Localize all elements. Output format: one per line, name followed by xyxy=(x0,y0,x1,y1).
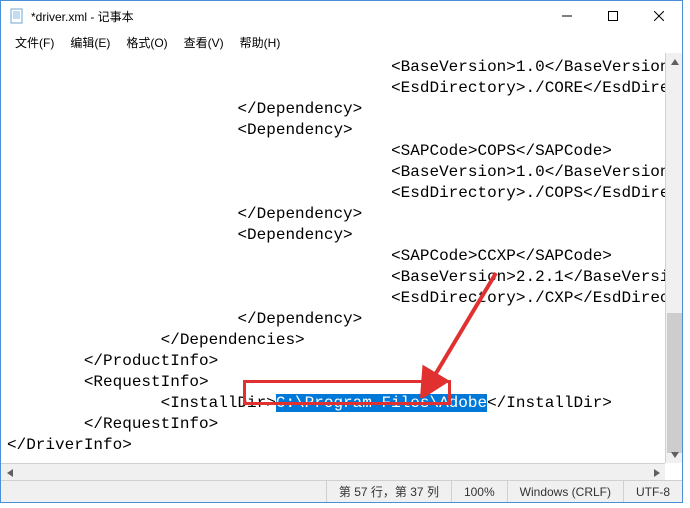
status-line-ending: Windows (CRLF) xyxy=(507,481,623,502)
notepad-window: *driver.xml - 记事本 文件(F) 编辑(E) 格式(O) 查看(V… xyxy=(0,0,683,503)
minimize-button[interactable] xyxy=(544,1,590,31)
status-position: 第 57 行，第 37 列 xyxy=(326,481,451,502)
minimize-icon xyxy=(562,11,572,21)
chevron-up-icon xyxy=(671,59,679,65)
status-encoding: UTF-8 xyxy=(623,481,682,502)
maximize-button[interactable] xyxy=(590,1,636,31)
menu-view[interactable]: 查看(V) xyxy=(176,32,232,53)
vertical-scrollbar[interactable] xyxy=(665,53,682,463)
chevron-left-icon xyxy=(7,469,13,477)
window-title: *driver.xml - 记事本 xyxy=(31,8,544,25)
menu-format[interactable]: 格式(O) xyxy=(118,32,175,53)
scroll-right-button[interactable] xyxy=(648,464,665,480)
chevron-right-icon xyxy=(654,469,660,477)
annotation-highlight-box xyxy=(243,380,451,405)
menu-help[interactable]: 帮助(H) xyxy=(232,32,289,53)
scroll-left-button[interactable] xyxy=(1,464,18,480)
close-button[interactable] xyxy=(636,1,682,31)
menu-edit[interactable]: 编辑(E) xyxy=(62,32,118,53)
menu-file[interactable]: 文件(F) xyxy=(7,32,62,53)
scroll-up-button[interactable] xyxy=(666,53,682,70)
chevron-down-icon xyxy=(671,452,679,458)
scroll-thumb[interactable] xyxy=(667,313,682,453)
close-icon xyxy=(654,11,664,21)
menubar: 文件(F) 编辑(E) 格式(O) 查看(V) 帮助(H) xyxy=(1,31,682,53)
statusbar: 第 57 行，第 37 列 100% Windows (CRLF) UTF-8 xyxy=(1,480,682,502)
scroll-down-button[interactable] xyxy=(666,446,682,463)
titlebar: *driver.xml - 记事本 xyxy=(1,1,682,31)
editor-content: <BaseVersion>1.0</BaseVersion> <EsdDirec… xyxy=(1,53,682,480)
text-editor[interactable]: <BaseVersion>1.0</BaseVersion> <EsdDirec… xyxy=(1,53,682,480)
horizontal-scrollbar[interactable] xyxy=(1,463,665,480)
status-zoom: 100% xyxy=(451,481,507,502)
window-controls xyxy=(544,1,682,31)
maximize-icon xyxy=(608,11,618,21)
notepad-icon xyxy=(9,8,25,24)
